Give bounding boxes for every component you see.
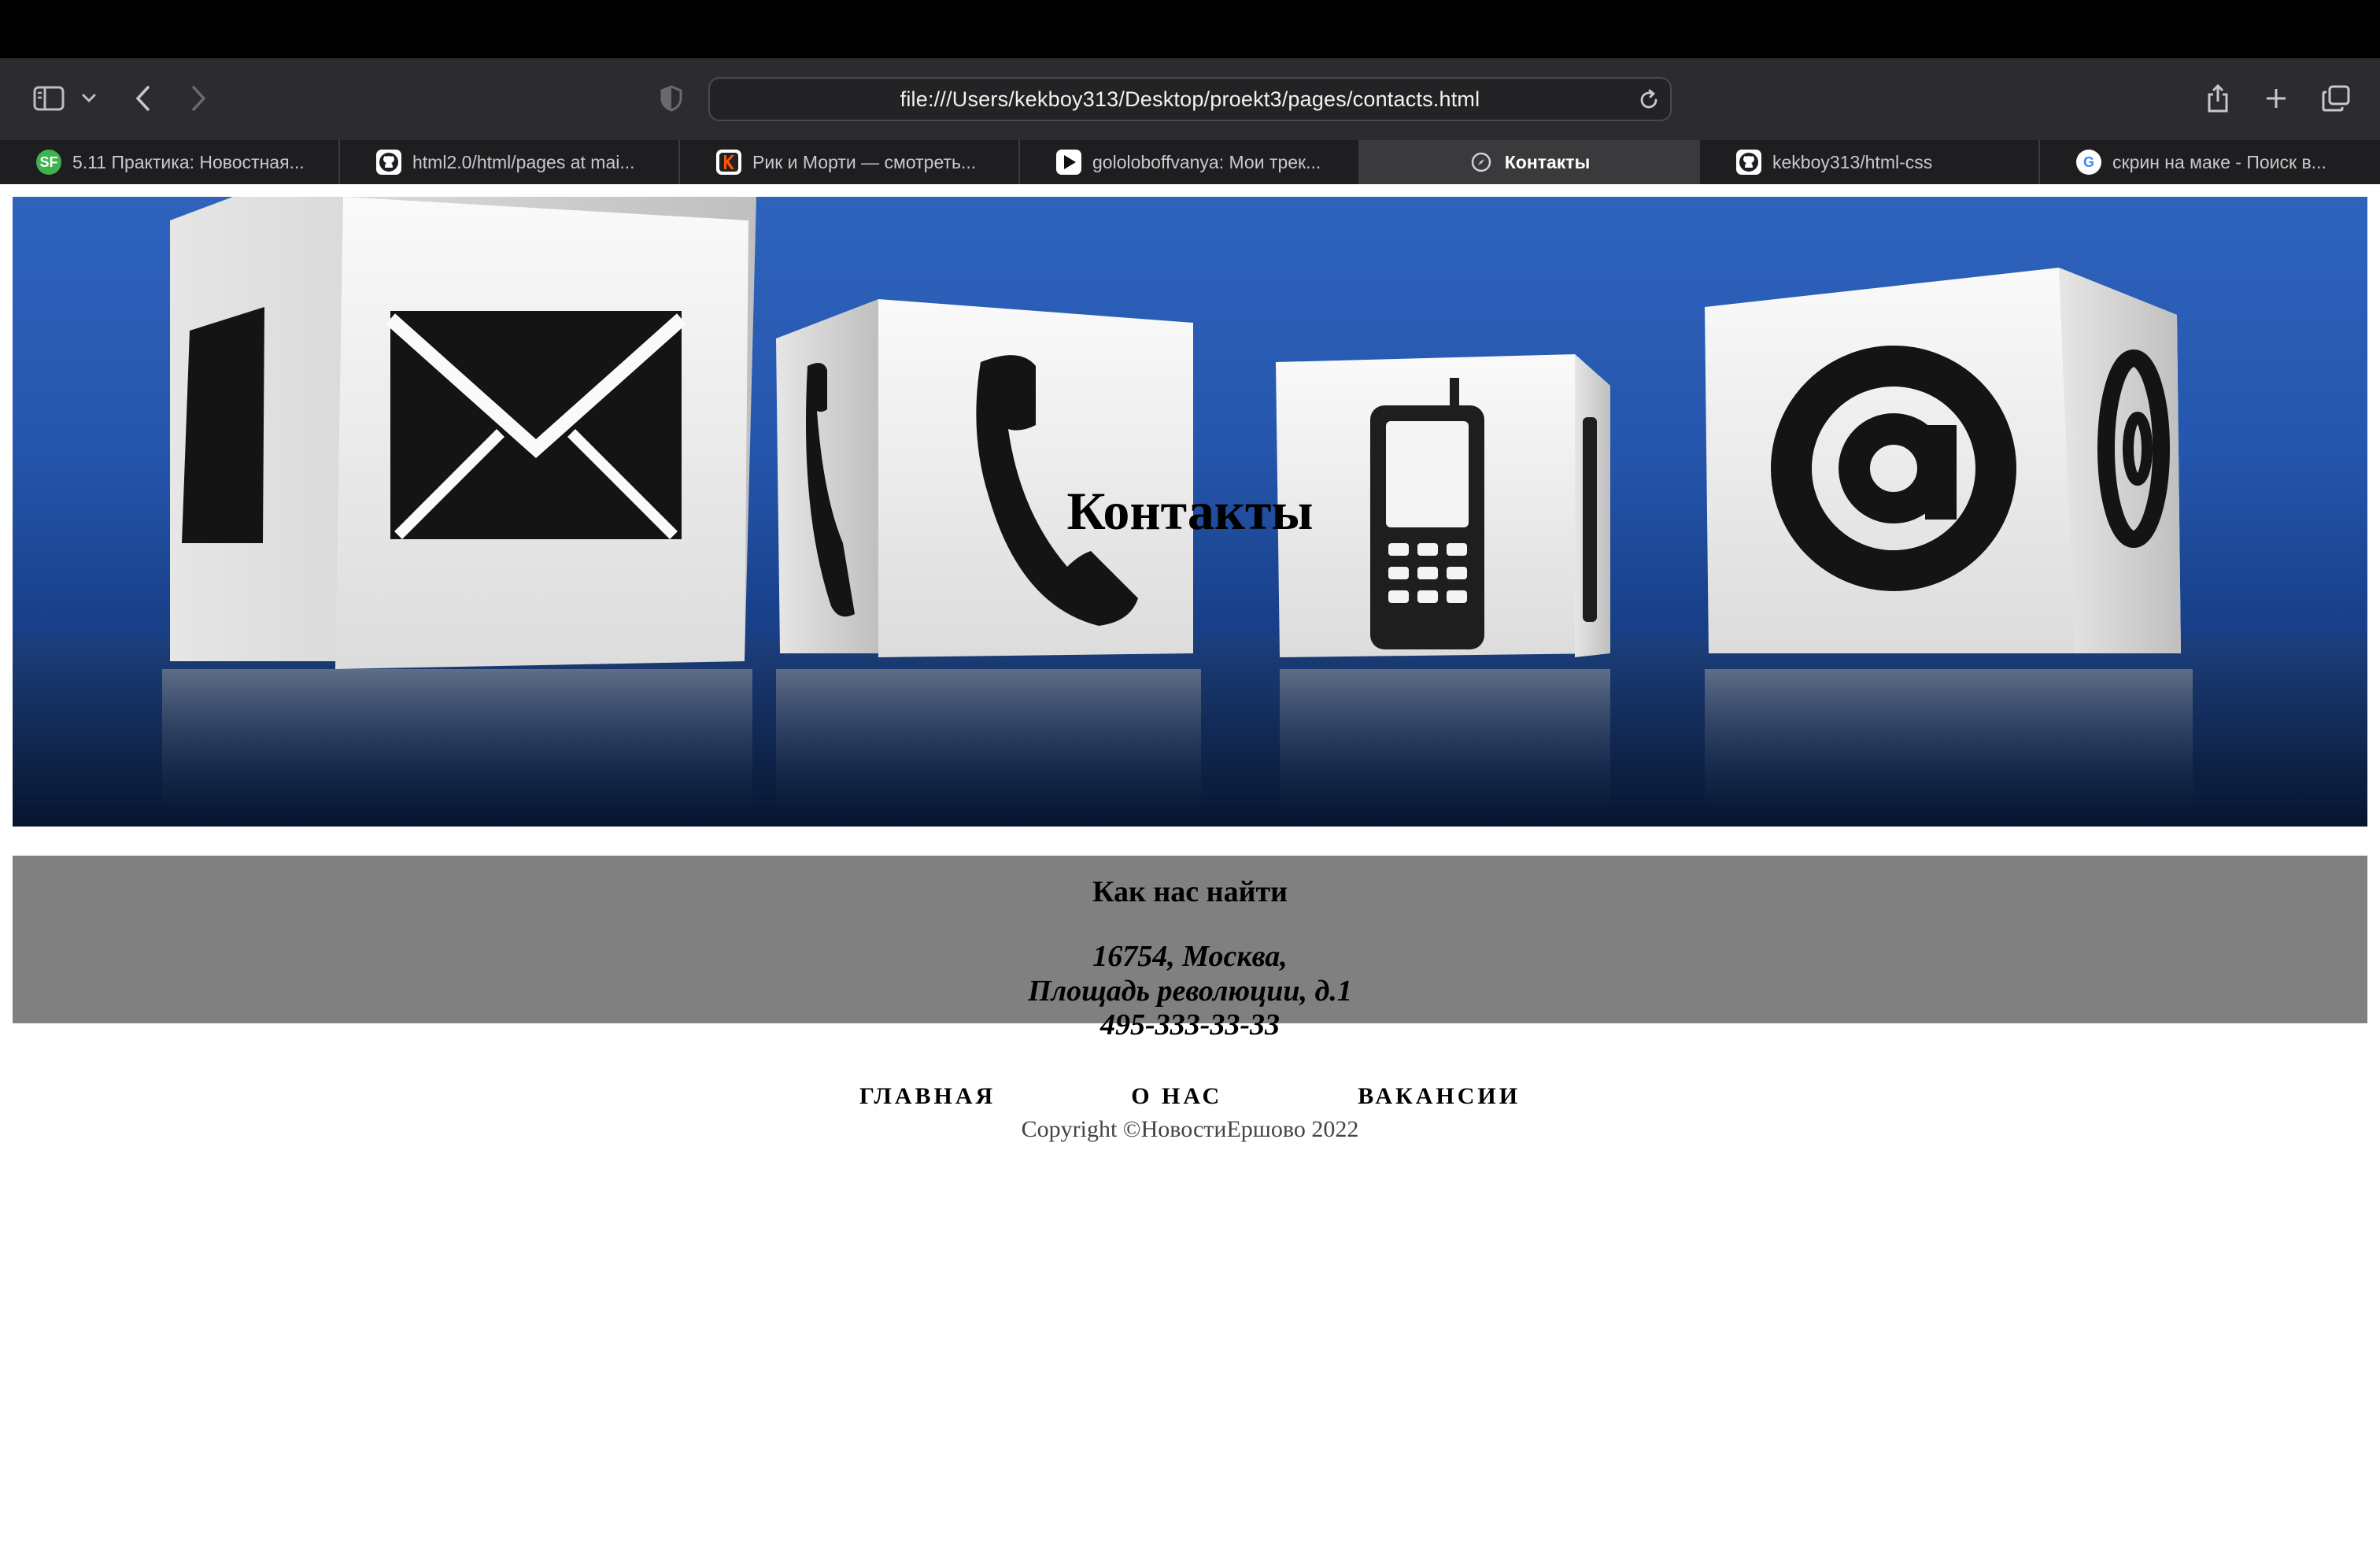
nav-link-vacancies[interactable]: ВАКАНСИИ (1358, 1083, 1521, 1110)
tab-overview-button[interactable] (2319, 76, 2353, 121)
address-bar[interactable]: file:///Users/kekboy313/Desktop/proekt3/… (708, 77, 1672, 121)
sidebar-icon (33, 86, 65, 111)
tab-label: 5.11 Практика: Новостная... (72, 151, 305, 172)
reload-icon[interactable] (1637, 88, 1661, 112)
phone-number: 495-333-33-33 (1100, 1008, 1280, 1041)
share-icon (2208, 83, 2228, 113)
section-heading: Как нас найти (1092, 875, 1288, 908)
github-icon (376, 150, 401, 175)
tab-label: gololoboffvanya: Мои трек... (1092, 151, 1321, 172)
sidebar-menu-chevron[interactable] (77, 76, 101, 121)
shield-icon (660, 85, 682, 112)
tab-label: kekboy313/html-css (1772, 151, 1933, 172)
google-icon: G (2076, 150, 2101, 175)
nav-link-home[interactable]: ГЛАВНАЯ (859, 1083, 996, 1110)
how-to-find-section: Как нас найти 16754, Москва, Площадь рев… (13, 856, 2367, 1041)
play-icon (1056, 150, 1081, 175)
page-content: Контакты Как нас найти 16754, Москва, Пл… (0, 184, 2380, 1546)
forward-button[interactable] (184, 76, 213, 121)
sf-icon: SF (36, 150, 61, 175)
tab-tracks[interactable]: gololoboffvanya: Мои трек... (1020, 140, 1360, 184)
url-text: file:///Users/kekboy313/Desktop/proekt3/… (900, 87, 1480, 111)
tab-github-html[interactable]: html2.0/html/pages at mai... (340, 140, 680, 184)
tab-label: Контакты (1504, 151, 1591, 172)
footer-nav: ГЛАВНАЯ О НАС ВАКАНСИИ (0, 1083, 2380, 1110)
address-line-1: 16754, Москва, (1092, 940, 1288, 973)
kinopoisk-icon (716, 150, 741, 175)
tab-label: скрин на маке - Поиск в... (2112, 151, 2326, 172)
tab-github-kekboy[interactable]: kekboy313/html-css (1700, 140, 2040, 184)
browser-toolbar: file:///Users/kekboy313/Desktop/proekt3/… (0, 58, 2380, 140)
tab-google-search[interactable]: G скрин на маке - Поиск в... (2040, 140, 2380, 184)
hero-banner: Контакты (13, 197, 2367, 827)
new-tab-button[interactable] (2260, 76, 2292, 121)
tab-rick-morty[interactable]: Рик и Морти — смотреть... (680, 140, 1020, 184)
tab-label: html2.0/html/pages at mai... (412, 151, 635, 172)
compass-icon (1469, 150, 1494, 175)
chevron-down-icon (82, 94, 96, 103)
github-icon (1736, 150, 1761, 175)
tab-contacts[interactable]: Контакты (1360, 140, 1700, 184)
page-title: Контакты (1066, 481, 1314, 541)
copyright-text: Copyright ©НовостиЕршово 2022 (1021, 1116, 1359, 1142)
plus-icon (2267, 89, 2286, 108)
system-menu-bar (0, 0, 2380, 58)
tab-label: Рик и Морти — смотреть... (752, 151, 977, 172)
nav-link-about[interactable]: О НАС (1131, 1083, 1222, 1110)
tab-practice[interactable]: SF 5.11 Практика: Новостная... (0, 140, 340, 184)
sidebar-toggle-button[interactable] (28, 76, 69, 121)
chevron-left-icon (135, 86, 150, 111)
back-button[interactable] (129, 76, 157, 121)
chevron-right-icon (192, 86, 206, 111)
tab-bar: SF 5.11 Практика: Новостная... html2.0/h… (0, 140, 2380, 184)
privacy-report-button[interactable] (658, 76, 685, 121)
share-button[interactable] (2202, 76, 2234, 121)
address-line-2: Площадь революции, д.1 (1028, 975, 1352, 1008)
tab-overview-icon (2322, 85, 2350, 112)
